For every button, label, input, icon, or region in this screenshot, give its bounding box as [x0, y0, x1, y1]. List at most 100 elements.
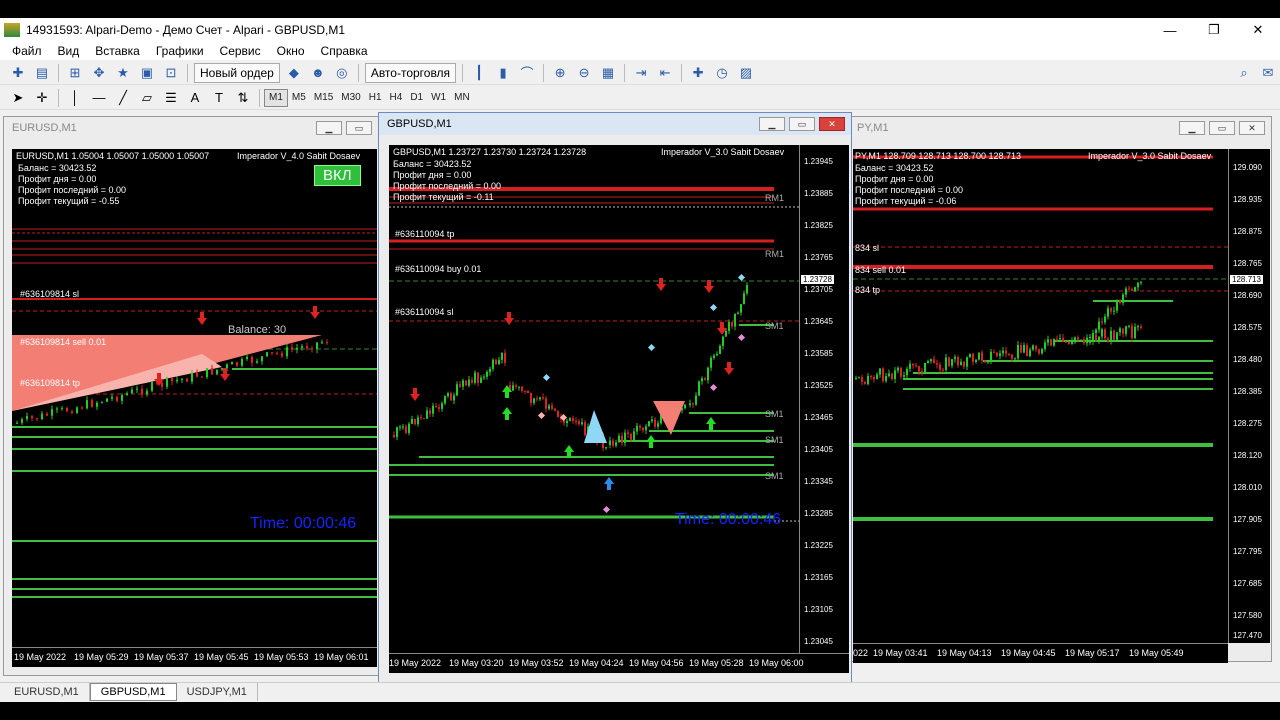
chart-maximize-button[interactable]: ▭ — [346, 121, 372, 135]
candle-body — [689, 403, 691, 405]
chat-icon[interactable]: ✉ — [1258, 63, 1278, 83]
vkl-button[interactable]: ВКЛ — [314, 165, 361, 186]
menu-help[interactable]: Справка — [313, 44, 376, 58]
close-button[interactable]: ✕ — [1236, 18, 1280, 42]
chart-minimize-button[interactable]: ▁ — [1179, 121, 1205, 135]
new-chart-icon[interactable]: ✚ — [8, 63, 28, 83]
minimize-button[interactable]: — — [1148, 18, 1192, 42]
candle-body — [990, 351, 992, 362]
chart-window-usdjpy[interactable]: PY,M1 ▁ ▭ ✕ PY,M1 128.709 128.713 128.70… — [848, 116, 1272, 663]
channel-icon[interactable]: ▱ — [137, 88, 157, 108]
candle-body — [984, 360, 986, 362]
templates-icon[interactable]: ▨ — [736, 63, 756, 83]
tf-d1[interactable]: D1 — [406, 89, 427, 107]
price-label: 1.23405 — [804, 445, 833, 454]
price-label: 1.23645 — [804, 317, 833, 326]
periods-icon[interactable]: ◷ — [712, 63, 732, 83]
vps-icon[interactable]: ◎ — [332, 63, 352, 83]
vertical-line-icon[interactable]: │ — [65, 88, 85, 108]
tf-w1[interactable]: W1 — [427, 89, 450, 107]
tf-m1[interactable]: M1 — [264, 88, 288, 107]
tf-h4[interactable]: H4 — [386, 89, 407, 107]
search-icon[interactable]: ⌕ — [1234, 63, 1254, 83]
indicator-name: Imperador V_3.0 Sabit Dosaev — [661, 147, 785, 157]
arrows-icon[interactable]: ⇅ — [233, 88, 253, 108]
text-icon[interactable]: A — [185, 88, 205, 108]
tf-h1[interactable]: H1 — [365, 89, 386, 107]
candle-body — [1116, 332, 1118, 340]
candle-body — [411, 418, 413, 424]
candle-body — [900, 367, 902, 377]
chart-window-gbpusd[interactable]: GBPUSD,M1 ▁ ▭ ✕ GBPUSD,M1 1.23727 1.2373… — [378, 112, 852, 696]
strategy-tester-icon[interactable]: ⊡ — [161, 63, 181, 83]
menu-tools[interactable]: Сервис — [212, 44, 269, 58]
data-window-icon[interactable]: ✥ — [89, 63, 109, 83]
chart-maximize-button[interactable]: ▭ — [789, 117, 815, 131]
line-chart-icon[interactable]: ⌒ — [517, 63, 537, 83]
candle-body — [1107, 338, 1109, 342]
chart-minimize-button[interactable]: ▁ — [759, 117, 785, 131]
meta-editor-icon[interactable]: ◆ — [284, 63, 304, 83]
new-order-button[interactable]: Новый ордер — [194, 62, 280, 83]
candle-body — [1020, 344, 1022, 353]
candle-body — [1062, 338, 1064, 342]
tf-mn[interactable]: MN — [450, 89, 474, 107]
tab-eurusd[interactable]: EURUSD,M1 — [4, 683, 90, 701]
chart-window-eurusd[interactable]: EURUSD,M1 ▁ ▭ EURUSD,M1 1.05004 1.05007 … — [3, 116, 379, 676]
terminal-icon[interactable]: ▣ — [137, 63, 157, 83]
candle-body — [56, 408, 58, 410]
signal-marker — [709, 303, 718, 312]
chart-shift-icon[interactable]: ⇤ — [655, 63, 675, 83]
candle-body — [737, 312, 739, 314]
text-label-icon[interactable]: T — [209, 88, 229, 108]
chart-close-button[interactable]: ✕ — [819, 117, 845, 131]
profiles-icon[interactable]: ▤ — [32, 63, 52, 83]
auto-trading-button[interactable]: Авто-торговля — [364, 62, 457, 83]
candle-body — [191, 372, 193, 382]
trendline-icon[interactable]: ╱ — [113, 88, 133, 108]
menu-window[interactable]: Окно — [269, 44, 313, 58]
navigator-icon[interactable]: ★ — [113, 63, 133, 83]
market-watch-icon[interactable]: ⊞ — [65, 63, 85, 83]
chart-minimize-button[interactable]: ▁ — [316, 121, 342, 135]
bar-chart-icon[interactable]: ┃ — [469, 63, 489, 83]
chart-eurusd[interactable]: EURUSD,M1 1.05004 1.05007 1.05000 1.0500… — [12, 149, 377, 647]
chart-usdjpy[interactable]: PY,M1 128.709 128.713 128.700 128.713 Im… — [853, 149, 1228, 643]
profit-day-text: Профит дня = 0.00 — [18, 174, 97, 184]
menu-charts[interactable]: Графики — [148, 44, 212, 58]
time-scale: 19 May 2022 19 May 03:20 19 May 03:52 19… — [389, 653, 849, 673]
zoom-out-icon[interactable]: ⊖ — [574, 63, 594, 83]
autoscroll-icon[interactable]: ⇥ — [631, 63, 651, 83]
candle-body — [870, 375, 872, 378]
chart-close-button[interactable]: ✕ — [1239, 121, 1265, 135]
horizontal-line-icon[interactable]: — — [89, 88, 109, 108]
candle-body — [1044, 342, 1046, 350]
zoom-in-icon[interactable]: ⊕ — [550, 63, 570, 83]
candle-body — [633, 431, 635, 440]
fibonacci-icon[interactable]: ☰ — [161, 88, 181, 108]
menu-bar: Файл Вид Вставка Графики Сервис Окно Спр… — [0, 42, 1280, 60]
menu-insert[interactable]: Вставка — [87, 44, 148, 58]
indicators-icon[interactable]: ✚ — [688, 63, 708, 83]
tf-m5[interactable]: M5 — [288, 89, 310, 107]
signals-icon[interactable]: ☻ — [308, 63, 328, 83]
tf-m30[interactable]: M30 — [337, 89, 364, 107]
candle-body — [939, 364, 941, 370]
restore-button[interactable]: ❐ — [1192, 18, 1236, 42]
chart-gbpusd[interactable]: GBPUSD,M1 1.23727 1.23730 1.23724 1.2372… — [389, 145, 799, 653]
candlestick-icon[interactable]: ▮ — [493, 63, 513, 83]
crosshair-icon[interactable]: ✛ — [32, 88, 52, 108]
cursor-icon[interactable]: ➤ — [8, 88, 28, 108]
candle-body — [1071, 340, 1073, 345]
menu-file[interactable]: Файл — [4, 44, 50, 58]
candle-body — [855, 378, 857, 380]
tile-windows-icon[interactable]: ▦ — [598, 63, 618, 83]
menu-view[interactable]: Вид — [50, 44, 88, 58]
tab-gbpusd[interactable]: GBPUSD,M1 — [89, 683, 177, 701]
tab-usdjpy[interactable]: USDJPY,M1 — [177, 683, 258, 701]
candle-body — [438, 406, 440, 409]
candle-body — [396, 427, 398, 438]
chart-maximize-button[interactable]: ▭ — [1209, 121, 1235, 135]
candle-body — [572, 418, 574, 421]
tf-m15[interactable]: M15 — [310, 89, 337, 107]
